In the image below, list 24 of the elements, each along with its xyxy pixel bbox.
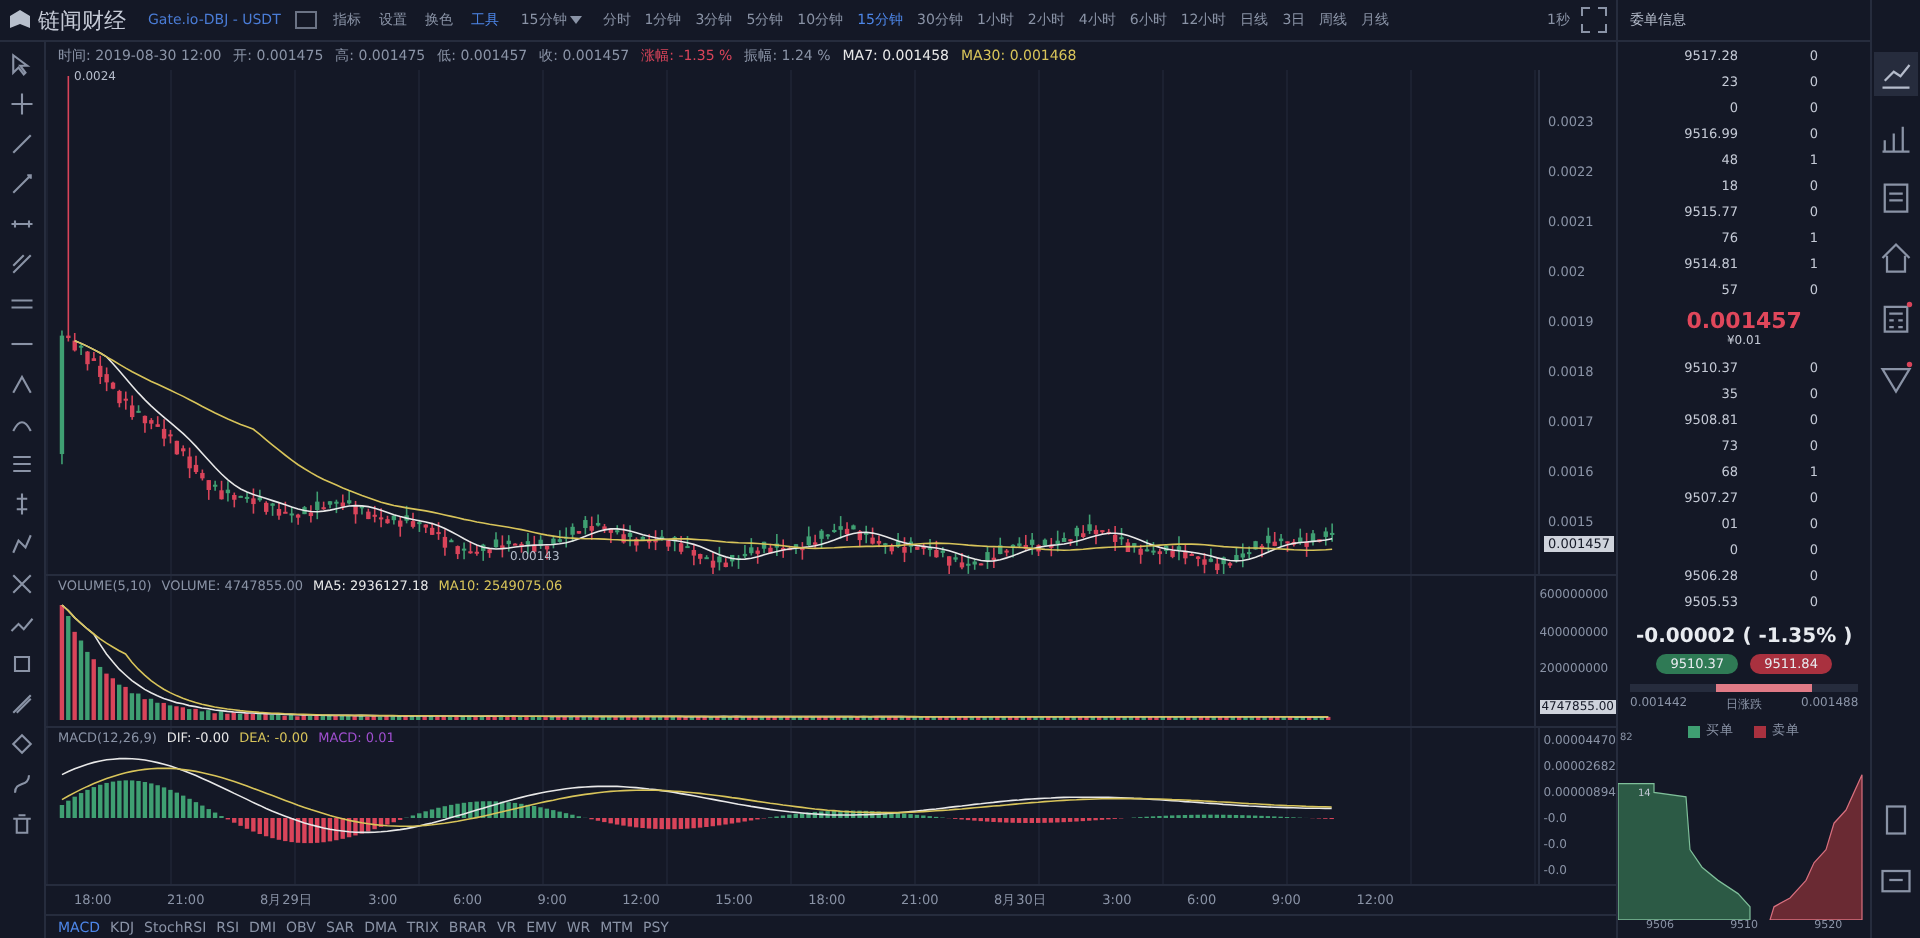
line-tool-icon[interactable] xyxy=(8,730,36,758)
line-tool-icon[interactable] xyxy=(8,570,36,598)
line-tool-icon[interactable] xyxy=(8,530,36,558)
price-change: -0.00002 ( -1.35% ) xyxy=(1634,626,1855,648)
line-tool-icon[interactable] xyxy=(8,170,36,198)
line-tool-icon[interactable] xyxy=(8,370,36,398)
calculator-icon[interactable] xyxy=(1878,300,1915,336)
last-price: 0.001457 xyxy=(1686,308,1802,334)
logo-text: 链闻财经 xyxy=(38,5,126,35)
window-icon[interactable] xyxy=(294,8,319,32)
line-tool-icon[interactable] xyxy=(8,130,36,158)
cursor-icon[interactable] xyxy=(8,50,36,78)
line-tool-icon[interactable] xyxy=(8,450,36,478)
line-tool-icon[interactable] xyxy=(8,250,36,278)
crosshair-icon[interactable] xyxy=(8,90,36,118)
chart-icon[interactable] xyxy=(1874,52,1919,96)
caret-icon xyxy=(570,16,583,24)
fullscreen-icon[interactable] xyxy=(1580,6,1608,34)
line-tool-icon[interactable] xyxy=(8,650,36,678)
line-tool-icon[interactable] xyxy=(8,690,36,718)
logo-icon xyxy=(8,8,32,32)
line-tool-icon[interactable] xyxy=(8,770,36,798)
house-icon[interactable] xyxy=(1878,240,1915,276)
trash-icon[interactable] xyxy=(8,810,36,838)
